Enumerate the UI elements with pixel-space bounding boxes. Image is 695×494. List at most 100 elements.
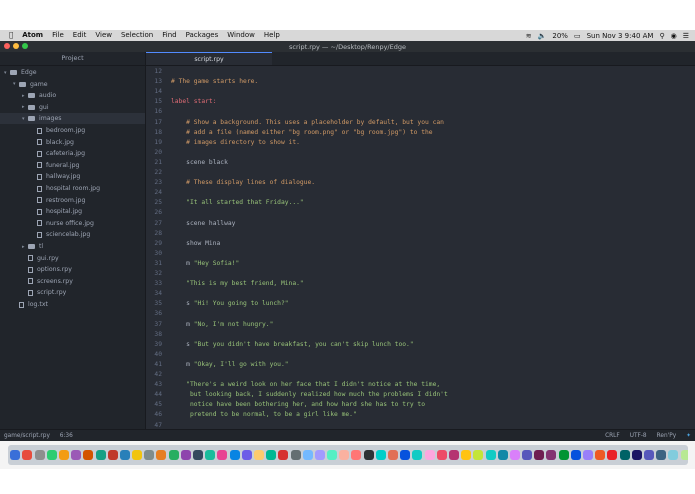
dock-app-icon[interactable]: [229, 450, 240, 460]
dock-app-icon[interactable]: [339, 450, 350, 460]
dock-app-icon[interactable]: [522, 450, 533, 460]
wifi-icon[interactable]: ≋: [526, 32, 532, 40]
dock-app-icon[interactable]: [619, 450, 630, 460]
dock-app-icon[interactable]: [266, 450, 277, 460]
tree-folder-images[interactable]: ▾ images: [0, 113, 145, 125]
dock-app-icon[interactable]: [34, 450, 45, 460]
dock-app-icon[interactable]: [327, 450, 338, 460]
bird-icon[interactable]: ✦: [686, 433, 691, 439]
dock-app-icon[interactable]: [509, 450, 520, 460]
menu-find[interactable]: Find: [162, 30, 176, 41]
status-encoding[interactable]: UTF-8: [630, 433, 647, 439]
code-line[interactable]: s "But you didn't have breakfast, you ca…: [171, 340, 413, 350]
code-line[interactable]: "This is my best friend, Mina.": [171, 279, 304, 289]
tree-file-funeral-jpg[interactable]: funeral.jpg: [0, 160, 145, 171]
dock-app-icon[interactable]: [680, 450, 688, 460]
code-line[interactable]: notice have been bothering her, and how …: [171, 400, 425, 410]
dock-app-icon[interactable]: [193, 450, 203, 460]
tab-script-rpy[interactable]: script.rpy: [146, 52, 272, 65]
battery-percent[interactable]: 20%: [552, 32, 568, 40]
code-line[interactable]: but looking back, I suddenly realized ho…: [171, 390, 448, 400]
status-line-ending[interactable]: CRLF: [605, 433, 620, 439]
dock-app-icon[interactable]: [71, 450, 82, 460]
dock-app-icon[interactable]: [668, 450, 679, 460]
status-grammar[interactable]: Ren'Py: [657, 433, 677, 439]
dock-app-icon[interactable]: [205, 450, 216, 460]
battery-icon[interactable]: ▭: [574, 32, 581, 40]
tree-file-nurse-office-jpg[interactable]: nurse office.jpg: [0, 218, 145, 229]
tree-file-options-rpy[interactable]: options.rpy: [0, 264, 145, 275]
dock-app-icon[interactable]: [583, 450, 593, 460]
apple-menu-icon[interactable]: : [9, 30, 13, 41]
dock-app-icon[interactable]: [58, 450, 69, 460]
siri-icon[interactable]: ◉: [671, 32, 677, 40]
dock-app-icon[interactable]: [461, 450, 472, 460]
code-line[interactable]: scene hallway: [171, 219, 235, 229]
code-line[interactable]: pretend to be normal, to be a girl like …: [171, 410, 357, 420]
dock-app-icon[interactable]: [546, 450, 557, 460]
tree-folder-edge[interactable]: ▾ Edge: [0, 67, 145, 78]
tree-file-bedroom-jpg[interactable]: bedroom.jpg: [0, 125, 145, 136]
tree-folder-gui[interactable]: ▸ gui: [0, 102, 145, 113]
dock-app-icon[interactable]: [497, 450, 508, 460]
dock-app-icon[interactable]: [375, 450, 386, 460]
tree-file-hospital-jpg[interactable]: hospital.jpg: [0, 206, 145, 217]
menu-file[interactable]: File: [52, 30, 64, 41]
code-line[interactable]: m "No, I'm not hungry.": [171, 320, 273, 330]
dock-app-icon[interactable]: [144, 450, 155, 460]
dock-app-icon[interactable]: [119, 450, 130, 460]
dock-app-icon[interactable]: [278, 450, 289, 460]
menu-packages[interactable]: Packages: [186, 30, 219, 41]
dock-app-icon[interactable]: [302, 450, 313, 460]
dock-app-icon[interactable]: [643, 450, 654, 460]
app-menu[interactable]: Atom: [22, 30, 43, 41]
dock-app-icon[interactable]: [388, 450, 398, 460]
code-editor[interactable]: 12 13 14 15 16 17 18 19 20 21 22 23 24 25 26 27 28 29 30 31…: [146, 66, 695, 429]
dock-app-icon[interactable]: [558, 450, 569, 460]
tree-file-black-jpg[interactable]: black.jpg: [0, 137, 145, 148]
tree-folder-audio[interactable]: ▸ audio: [0, 90, 145, 101]
dock-app-icon[interactable]: [22, 450, 33, 460]
dock-app-icon[interactable]: [95, 450, 106, 460]
dock-app-icon[interactable]: [351, 450, 362, 460]
dock-app-icon[interactable]: [314, 450, 325, 460]
tree-file-script-rpy[interactable]: script.rpy: [0, 287, 145, 298]
dock-app-icon[interactable]: [534, 450, 545, 460]
code-line[interactable]: "It all started that Friday...": [171, 198, 304, 208]
code-line[interactable]: show Mina: [171, 239, 220, 249]
code-line[interactable]: m "Okay, I'll go with you.": [171, 360, 288, 370]
dock-app-icon[interactable]: [570, 450, 581, 460]
dock-app-icon[interactable]: [253, 450, 264, 460]
tree-file-gui-rpy[interactable]: gui.rpy: [0, 253, 145, 264]
dock-app-icon[interactable]: [400, 450, 411, 460]
tree-folder-tl[interactable]: ▸ tl: [0, 241, 145, 252]
tree-folder-game[interactable]: ▾ game: [0, 79, 145, 90]
dock-app-icon[interactable]: [473, 450, 484, 460]
search-icon[interactable]: ⚲: [659, 32, 664, 40]
code-line[interactable]: # These display lines of dialogue.: [171, 178, 315, 188]
dock-app-icon[interactable]: [607, 450, 618, 460]
code-line[interactable]: # images directory to show it.: [171, 138, 300, 148]
menu-edit[interactable]: Edit: [73, 30, 87, 41]
dock-app-icon[interactable]: [180, 450, 191, 460]
dock-app-icon[interactable]: [656, 450, 667, 460]
menu-view[interactable]: View: [95, 30, 112, 41]
code-line[interactable]: scene black: [171, 158, 228, 168]
menu-help[interactable]: Help: [264, 30, 280, 41]
tree-header[interactable]: Project: [0, 52, 145, 66]
dock-app-icon[interactable]: [363, 450, 374, 460]
dock-app-icon[interactable]: [241, 450, 252, 460]
menu-selection[interactable]: Selection: [121, 30, 153, 41]
dock-app-icon[interactable]: [156, 450, 167, 460]
tree-file-screens-rpy[interactable]: screens.rpy: [0, 276, 145, 287]
code-line[interactable]: # add a file (named either "bg room.png"…: [171, 128, 432, 138]
code-line[interactable]: s "Hi! You going to lunch?": [171, 299, 288, 309]
dock-app-icon[interactable]: [132, 450, 143, 460]
dock-app-icon[interactable]: [168, 450, 179, 460]
tree-file-cafeteria-jpg[interactable]: cafeteria.jpg: [0, 148, 145, 159]
dock-app-icon[interactable]: [290, 450, 301, 460]
tree-file-log-txt[interactable]: log.txt: [0, 299, 145, 310]
tree-file-hospital-room-jpg[interactable]: hospital room.jpg: [0, 183, 145, 194]
dock-app-icon[interactable]: [485, 450, 496, 460]
dock-app-icon[interactable]: [436, 450, 447, 460]
